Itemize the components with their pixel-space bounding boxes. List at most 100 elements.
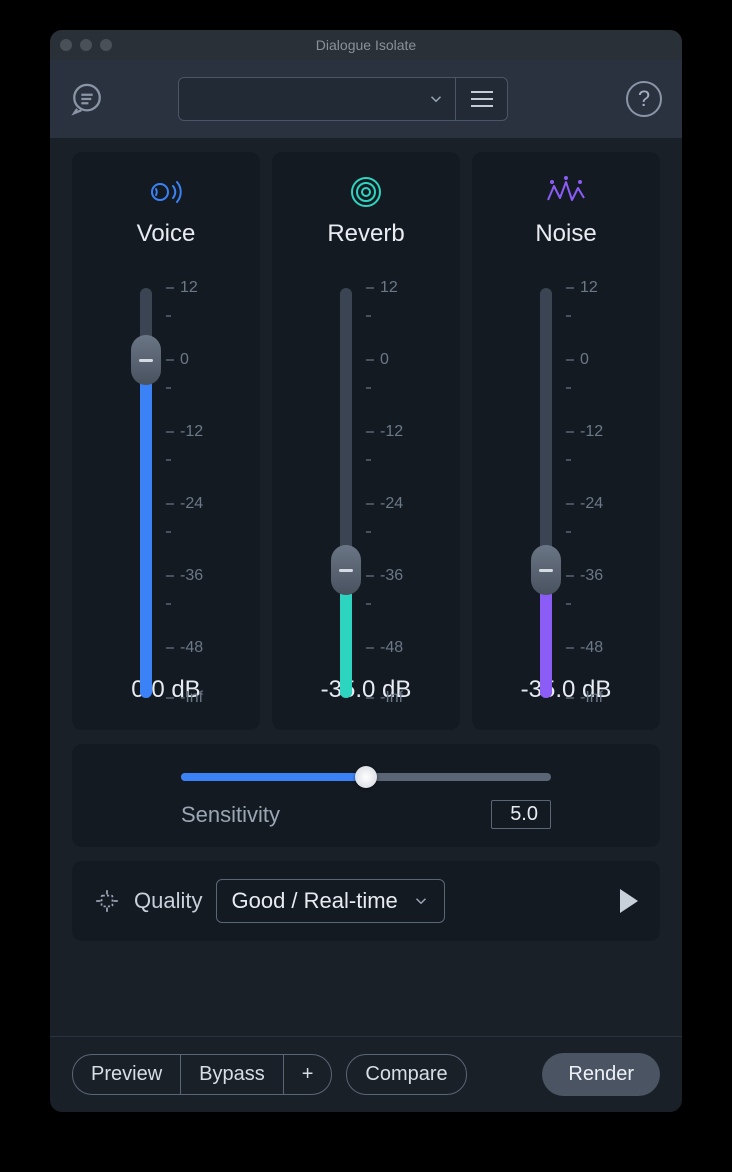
sensitivity-fill [181,773,366,781]
render-button[interactable]: Render [542,1053,660,1096]
tick-label: 0 [180,351,189,369]
sensitivity-row: Sensitivity 5.0 [181,800,551,829]
voice-slider[interactable]: 120-12-24-36-48-Inf [106,288,226,648]
tick-label: -Inf [380,689,403,707]
preview-button[interactable]: Preview [72,1054,181,1095]
chevron-down-icon [412,892,430,910]
menu-button[interactable] [456,77,508,121]
slider-fill [140,360,152,698]
tick-label: -12 [180,423,203,441]
add-button[interactable]: + [284,1054,333,1095]
titlebar: Dialogue Isolate [50,30,682,60]
tick-mark [166,647,174,649]
tick-mark [366,575,374,577]
tick-mark [566,359,574,361]
tick-mark [566,315,571,317]
tick-label: -48 [180,639,203,657]
close-dot[interactable] [60,39,72,51]
tick-label: -Inf [580,689,603,707]
channel-noise: Noise120-12-24-36-48-Inf-35.0 dB [472,152,660,730]
tick-mark [366,359,374,361]
slider-ticks: 120-12-24-36-48-Inf [366,288,416,648]
tick-label: -24 [180,495,203,513]
quality-label: Quality [134,888,202,914]
bypass-button[interactable]: Bypass [181,1054,284,1095]
sensitivity-thumb[interactable] [355,766,377,788]
tick-mark [566,387,571,389]
traffic-lights [60,39,112,51]
zoom-dot[interactable] [100,39,112,51]
tick-mark [166,575,174,577]
minimize-dot[interactable] [80,39,92,51]
reverb-slider[interactable]: 120-12-24-36-48-Inf [306,288,426,648]
toolbar: ? [50,60,682,138]
tick-mark [166,503,174,505]
channel-title: Noise [535,220,596,248]
tick-label: -Inf [180,689,203,707]
footer: Preview Bypass + Compare Render [50,1036,682,1112]
slider-track [140,288,152,698]
tick-label: 12 [580,279,598,297]
chat-icon[interactable] [70,82,104,116]
tick-label: 12 [180,279,198,297]
channel-reverb: Reverb120-12-24-36-48-Inf-35.0 dB [272,152,460,730]
tick-label: -12 [380,423,403,441]
footer-group: Preview Bypass + [72,1054,332,1095]
slider-thumb[interactable] [331,545,361,595]
slider-track [540,288,552,698]
tick-label: 12 [380,279,398,297]
tick-mark [366,459,371,461]
window-title: Dialogue Isolate [50,37,682,53]
tick-mark [566,575,574,577]
tick-mark [366,503,374,505]
tick-label: -36 [580,567,603,585]
tick-mark [366,431,374,433]
app-window: Dialogue Isolate ? Voice120-12-24-36-48-… [50,30,682,1112]
quality-value: Good / Real-time [231,888,397,914]
help-label: ? [638,86,650,112]
slider-thumb[interactable] [131,335,161,385]
chevron-down-icon [427,90,445,108]
play-button[interactable] [620,889,638,913]
quality-panel: Quality Good / Real-time [72,861,660,941]
tick-mark [166,387,171,389]
tick-label: -36 [380,567,403,585]
tick-mark [166,459,171,461]
tick-mark [366,287,374,289]
tick-mark [366,647,374,649]
help-button[interactable]: ? [626,81,662,117]
tick-mark [566,503,574,505]
tick-mark [366,387,371,389]
tick-label: -48 [380,639,403,657]
noise-slider[interactable]: 120-12-24-36-48-Inf [506,288,626,648]
slider-ticks: 120-12-24-36-48-Inf [566,288,616,648]
slider-thumb[interactable] [531,545,561,595]
channel-title: Reverb [327,220,404,248]
tick-label: -48 [580,639,603,657]
tick-mark [166,697,174,699]
sensitivity-panel: Sensitivity 5.0 [72,744,660,847]
channels-row: Voice120-12-24-36-48-Inf0.0 dBReverb120-… [72,152,660,730]
quality-select[interactable]: Good / Real-time [216,879,444,923]
sensitivity-slider[interactable] [181,768,551,786]
channel-title: Voice [137,220,196,248]
preset-select[interactable] [178,77,456,121]
reverb-icon [346,172,386,212]
content: Voice120-12-24-36-48-Inf0.0 dBReverb120-… [50,138,682,955]
preset-controls [178,77,508,121]
tick-label: -36 [180,567,203,585]
hamburger-icon [471,91,493,107]
tick-mark [166,315,171,317]
sensitivity-value[interactable]: 5.0 [491,800,551,829]
compare-button[interactable]: Compare [346,1054,466,1095]
slider-track [340,288,352,698]
tick-mark [166,359,174,361]
cpu-icon [94,888,120,914]
tick-mark [566,603,571,605]
channel-voice: Voice120-12-24-36-48-Inf0.0 dB [72,152,260,730]
tick-mark [366,315,371,317]
tick-label: 0 [580,351,589,369]
tick-mark [566,647,574,649]
tick-mark [166,431,174,433]
tick-mark [566,431,574,433]
